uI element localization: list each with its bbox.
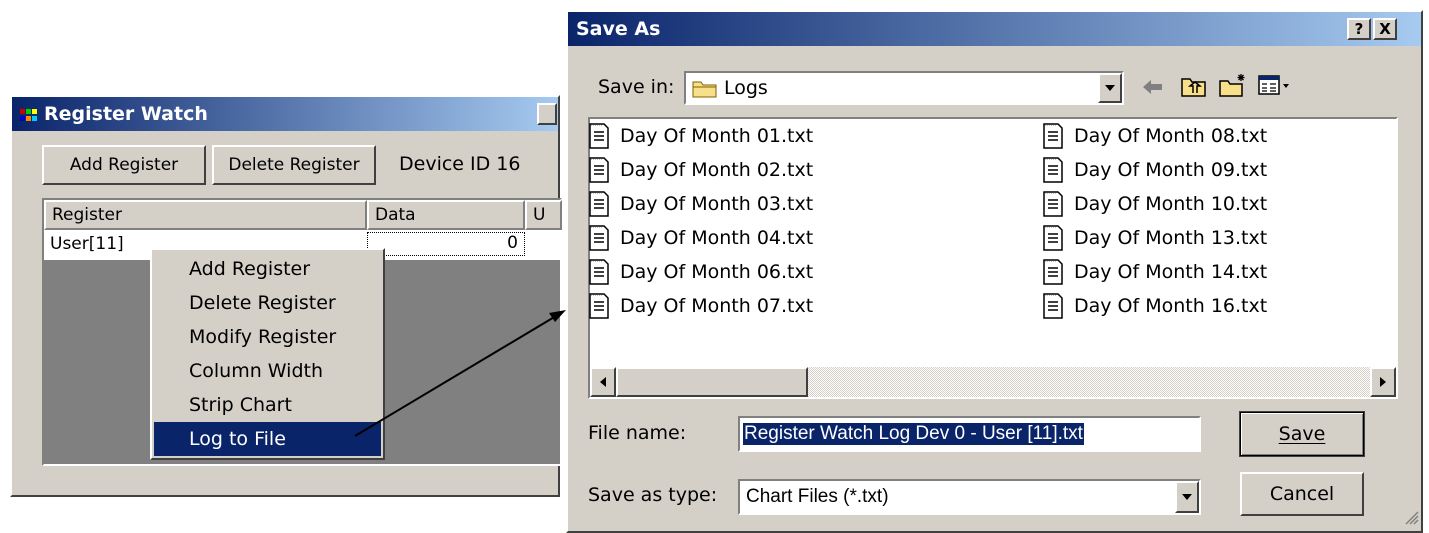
list-item[interactable]: Day Of Month 08.txt [1042, 119, 1267, 153]
close-button[interactable]: X [1373, 18, 1397, 40]
list-item[interactable]: Day Of Month 16.txt [1042, 289, 1267, 323]
save-as-titlebar[interactable]: Save As [568, 12, 1421, 46]
text-file-icon [1042, 259, 1074, 285]
file-name: Day Of Month 02.txt [620, 159, 814, 181]
text-file-icon [1042, 157, 1074, 183]
view-menu-icon[interactable] [1258, 74, 1294, 100]
file-name: Day Of Month 06.txt [620, 261, 814, 283]
scroll-left-icon[interactable] [590, 367, 616, 397]
chevron-down-icon[interactable] [1098, 73, 1122, 103]
up-folder-icon[interactable] [1180, 74, 1208, 102]
save-type-combo[interactable]: Chart Files (*.txt) [738, 479, 1201, 515]
resize-grip-icon[interactable] [1403, 509, 1419, 529]
list-item[interactable]: Day Of Month 13.txt [1042, 221, 1267, 255]
text-file-icon [1042, 225, 1074, 251]
text-file-icon [588, 157, 620, 183]
save-type-label: Save as type: [588, 484, 718, 506]
text-file-icon [1042, 191, 1074, 217]
folder-icon [692, 78, 718, 98]
text-file-icon [588, 259, 620, 285]
list-item[interactable]: Day Of Month 06.txt [588, 255, 813, 289]
text-file-icon [1042, 293, 1074, 319]
help-button[interactable]: ? [1347, 18, 1371, 40]
list-item[interactable]: Day Of Month 01.txt [588, 119, 813, 153]
file-name-label: File name: [588, 422, 687, 444]
save-type-value: Chart Files (*.txt) [746, 486, 889, 507]
file-name: Day Of Month 13.txt [1074, 227, 1268, 249]
chevron-down-icon[interactable] [1175, 481, 1199, 513]
file-name: Day Of Month 01.txt [620, 125, 814, 147]
list-item[interactable]: Day Of Month 07.txt [588, 289, 813, 323]
file-name: Day Of Month 04.txt [620, 227, 814, 249]
save-as-title: Save As [576, 18, 661, 40]
save-button[interactable]: Save [1239, 411, 1365, 457]
file-name-input[interactable]: Register Watch Log Dev 0 - User [11].txt [738, 416, 1201, 452]
text-file-icon [588, 123, 620, 149]
text-file-icon [588, 191, 620, 217]
list-item[interactable]: Day Of Month 09.txt [1042, 153, 1267, 187]
file-name: Day Of Month 10.txt [1074, 193, 1268, 215]
save-in-combo[interactable]: Logs [684, 71, 1124, 105]
scroll-thumb[interactable] [616, 367, 808, 397]
new-folder-icon[interactable] [1218, 72, 1248, 102]
file-name: Day Of Month 16.txt [1074, 295, 1268, 317]
text-file-icon [588, 225, 620, 251]
file-name: Day Of Month 03.txt [620, 193, 814, 215]
list-item[interactable]: Day Of Month 02.txt [588, 153, 813, 187]
scroll-right-icon[interactable] [1370, 367, 1396, 397]
file-name: Day Of Month 14.txt [1074, 261, 1268, 283]
file-name: Day Of Month 07.txt [620, 295, 814, 317]
back-arrow-icon[interactable] [1141, 76, 1165, 102]
text-file-icon [1042, 123, 1074, 149]
list-item[interactable]: Day Of Month 04.txt [588, 221, 813, 255]
file-name-value: Register Watch Log Dev 0 - User [11].txt [743, 423, 1084, 445]
text-file-icon [588, 293, 620, 319]
file-name: Day Of Month 08.txt [1074, 125, 1268, 147]
list-item[interactable]: Day Of Month 14.txt [1042, 255, 1267, 289]
save-in-label: Save in: [598, 76, 675, 98]
list-item[interactable]: Day Of Month 10.txt [1042, 187, 1267, 221]
file-name: Day Of Month 09.txt [1074, 159, 1268, 181]
save-in-value: Logs [724, 77, 768, 99]
horizontal-scrollbar[interactable] [590, 367, 1396, 397]
cancel-button[interactable]: Cancel [1240, 472, 1364, 516]
list-item[interactable]: Day Of Month 03.txt [588, 187, 813, 221]
